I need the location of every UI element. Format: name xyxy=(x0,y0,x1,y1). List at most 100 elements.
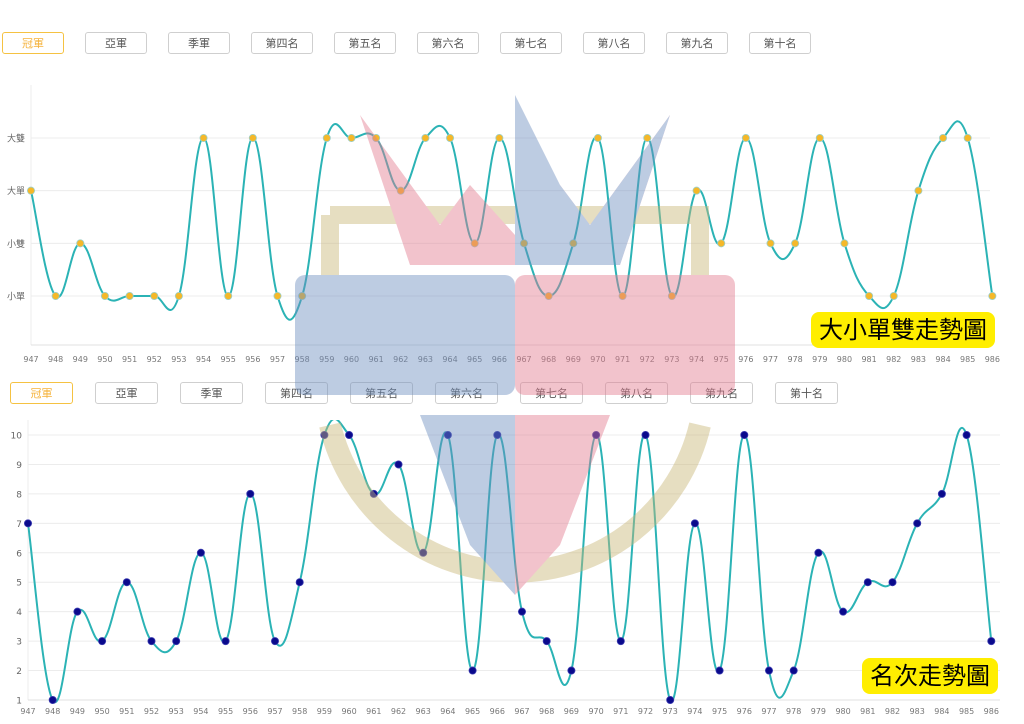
data-point-971[interactable] xyxy=(616,637,625,646)
tab-rank-7[interactable]: 第七名 xyxy=(500,32,562,54)
tab-rank-8[interactable]: 第八名 xyxy=(605,382,668,404)
tab-rank-5[interactable]: 第五名 xyxy=(334,32,396,54)
data-point-971[interactable] xyxy=(618,291,627,300)
data-point-952[interactable] xyxy=(147,637,156,646)
data-point-968[interactable] xyxy=(542,637,551,646)
data-point-947[interactable] xyxy=(23,519,32,528)
data-point-963[interactable] xyxy=(419,548,428,557)
data-point-969[interactable] xyxy=(567,666,576,675)
data-point-963[interactable] xyxy=(421,134,430,143)
data-point-948[interactable] xyxy=(48,695,57,704)
data-point-986[interactable] xyxy=(988,291,997,300)
data-point-951[interactable] xyxy=(125,291,134,300)
data-point-953[interactable] xyxy=(174,291,183,300)
tab-rank-4[interactable]: 第四名 xyxy=(251,32,313,54)
data-point-985[interactable] xyxy=(962,430,971,439)
data-point-983[interactable] xyxy=(913,519,922,528)
data-point-977[interactable] xyxy=(765,666,774,675)
data-point-950[interactable] xyxy=(100,291,109,300)
data-point-961[interactable] xyxy=(369,489,378,498)
data-point-959[interactable] xyxy=(320,430,329,439)
data-point-979[interactable] xyxy=(814,548,823,557)
tab-rank-3[interactable]: 季軍 xyxy=(168,32,230,54)
tab-rank-5[interactable]: 第五名 xyxy=(350,382,413,404)
tab-rank-8[interactable]: 第八名 xyxy=(583,32,645,54)
data-point-984[interactable] xyxy=(939,134,948,143)
data-point-960[interactable] xyxy=(347,134,356,143)
data-point-985[interactable] xyxy=(963,134,972,143)
data-point-977[interactable] xyxy=(766,239,775,248)
data-point-967[interactable] xyxy=(518,607,527,616)
data-point-972[interactable] xyxy=(643,134,652,143)
data-point-958[interactable] xyxy=(298,291,307,300)
data-point-983[interactable] xyxy=(914,186,923,195)
data-point-968[interactable] xyxy=(544,291,553,300)
data-point-975[interactable] xyxy=(715,666,724,675)
data-point-981[interactable] xyxy=(863,578,872,587)
data-point-969[interactable] xyxy=(569,239,578,248)
data-point-954[interactable] xyxy=(196,548,205,557)
data-point-978[interactable] xyxy=(789,666,798,675)
tab-rank-6[interactable]: 第六名 xyxy=(435,382,498,404)
data-point-958[interactable] xyxy=(295,578,304,587)
data-point-966[interactable] xyxy=(493,430,502,439)
data-point-955[interactable] xyxy=(221,637,230,646)
data-point-979[interactable] xyxy=(815,134,824,143)
data-point-974[interactable] xyxy=(692,186,701,195)
data-point-970[interactable] xyxy=(593,134,602,143)
data-point-961[interactable] xyxy=(372,134,381,143)
data-point-981[interactable] xyxy=(865,291,874,300)
tab-rank-1[interactable]: 冠軍 xyxy=(10,382,73,404)
data-point-951[interactable] xyxy=(122,578,131,587)
tab-rank-7[interactable]: 第七名 xyxy=(520,382,583,404)
data-point-966[interactable] xyxy=(495,134,504,143)
data-point-965[interactable] xyxy=(470,239,479,248)
tab-rank-10[interactable]: 第十名 xyxy=(749,32,811,54)
data-point-975[interactable] xyxy=(717,239,726,248)
data-point-976[interactable] xyxy=(741,134,750,143)
tab-rank-4[interactable]: 第四名 xyxy=(265,382,328,404)
data-point-962[interactable] xyxy=(396,186,405,195)
data-point-974[interactable] xyxy=(690,519,699,528)
tab-rank-2[interactable]: 亞軍 xyxy=(85,32,147,54)
data-point-976[interactable] xyxy=(740,430,749,439)
data-point-948[interactable] xyxy=(51,291,60,300)
data-point-957[interactable] xyxy=(273,291,282,300)
data-point-970[interactable] xyxy=(592,430,601,439)
data-point-947[interactable] xyxy=(26,186,35,195)
data-point-950[interactable] xyxy=(98,637,107,646)
data-point-978[interactable] xyxy=(791,239,800,248)
tab-rank-6[interactable]: 第六名 xyxy=(417,32,479,54)
data-point-956[interactable] xyxy=(246,489,255,498)
data-point-982[interactable] xyxy=(889,291,898,300)
data-point-955[interactable] xyxy=(224,291,233,300)
data-point-984[interactable] xyxy=(937,489,946,498)
data-point-980[interactable] xyxy=(839,607,848,616)
tab-rank-9[interactable]: 第九名 xyxy=(666,32,728,54)
data-point-949[interactable] xyxy=(73,607,82,616)
data-point-960[interactable] xyxy=(345,430,354,439)
tab-rank-3[interactable]: 季軍 xyxy=(180,382,243,404)
tab-rank-1[interactable]: 冠軍 xyxy=(2,32,64,54)
tab-rank-2[interactable]: 亞軍 xyxy=(95,382,158,404)
data-point-964[interactable] xyxy=(443,430,452,439)
data-point-952[interactable] xyxy=(150,291,159,300)
data-point-957[interactable] xyxy=(270,637,279,646)
data-point-953[interactable] xyxy=(172,637,181,646)
data-point-962[interactable] xyxy=(394,460,403,469)
data-point-973[interactable] xyxy=(666,695,675,704)
data-point-973[interactable] xyxy=(667,291,676,300)
data-point-954[interactable] xyxy=(199,134,208,143)
data-point-965[interactable] xyxy=(468,666,477,675)
data-point-972[interactable] xyxy=(641,430,650,439)
data-point-964[interactable] xyxy=(446,134,455,143)
data-point-959[interactable] xyxy=(322,134,331,143)
tab-rank-10[interactable]: 第十名 xyxy=(775,382,838,404)
tab-rank-9[interactable]: 第九名 xyxy=(690,382,753,404)
data-point-986[interactable] xyxy=(987,637,996,646)
data-point-956[interactable] xyxy=(248,134,257,143)
data-point-980[interactable] xyxy=(840,239,849,248)
data-point-949[interactable] xyxy=(76,239,85,248)
data-point-982[interactable] xyxy=(888,578,897,587)
data-point-967[interactable] xyxy=(520,239,529,248)
